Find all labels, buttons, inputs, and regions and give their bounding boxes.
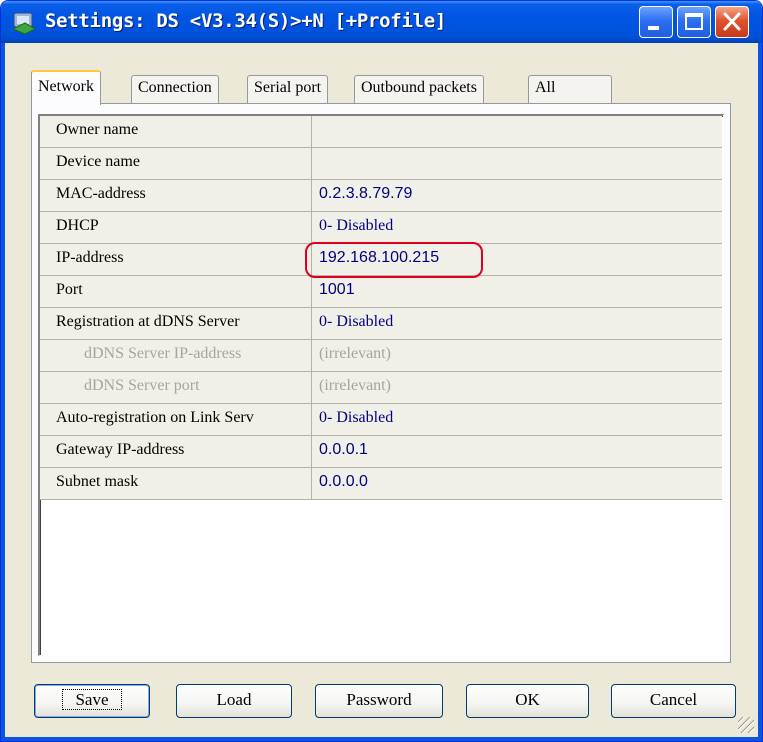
setting-name: Auto-registration on Link Serv — [40, 404, 312, 436]
tab-label: All — [535, 79, 556, 96]
password-button-label: Password — [346, 690, 412, 709]
cancel-button-label: Cancel — [649, 690, 698, 709]
tab-label: Network — [38, 78, 94, 95]
save-button[interactable]: Save — [34, 684, 150, 718]
close-icon — [723, 12, 741, 31]
minimize-button[interactable] — [639, 6, 673, 38]
app-icon — [11, 12, 37, 35]
setting-row-ddns-server-port: dDNS Server port (irrelevant) — [40, 372, 722, 404]
window-title: Settings: DS <V3.34(S)>+N [+Profile] — [45, 10, 447, 32]
settings-window: Settings: DS <V3.34(S)>+N [+Profile] Net… — [0, 0, 763, 742]
setting-name: dDNS Server IP-address — [40, 340, 312, 372]
network-tab-panel: Owner name Device name MAC-address 0.2.3… — [31, 103, 731, 663]
close-button[interactable] — [715, 6, 749, 38]
tab-label: Connection — [138, 79, 212, 96]
tab-connection[interactable]: Connection — [131, 75, 219, 104]
minimize-icon — [648, 26, 659, 30]
cancel-button[interactable]: Cancel — [611, 684, 736, 718]
setting-value[interactable]: 0- Disabled — [312, 308, 722, 340]
ip-address-highlight-ring — [305, 242, 483, 278]
setting-name: Gateway IP-address — [40, 436, 312, 468]
setting-value[interactable]: 1001 — [312, 276, 722, 308]
setting-row-ddns-server-ip: dDNS Server IP-address (irrelevant) — [40, 340, 722, 372]
setting-value[interactable] — [312, 148, 722, 180]
ok-button-label: OK — [515, 690, 540, 709]
setting-name: MAC-address — [40, 180, 312, 212]
tab-label: Outbound packets — [361, 79, 477, 96]
setting-row-owner-name[interactable]: Owner name — [40, 116, 722, 148]
tab-all[interactable]: All — [528, 75, 612, 104]
setting-value[interactable]: 0.0.0.0 — [312, 468, 722, 500]
tab-network[interactable]: Network — [31, 70, 101, 105]
settings-grid: Owner name Device name MAC-address 0.2.3… — [38, 114, 724, 656]
ok-button[interactable]: OK — [466, 684, 589, 718]
load-button-label: Load — [216, 690, 252, 709]
maximize-button[interactable] — [677, 6, 711, 38]
setting-value: (irrelevant) — [312, 372, 722, 404]
maximize-icon — [685, 13, 703, 30]
save-button-label: Save — [62, 689, 122, 710]
setting-value: (irrelevant) — [312, 340, 722, 372]
setting-name: DHCP — [40, 212, 312, 244]
title-bar[interactable]: Settings: DS <V3.34(S)>+N [+Profile] — [1, 1, 762, 43]
setting-row-ddns-registration[interactable]: Registration at dDNS Server 0- Disabled — [40, 308, 722, 340]
setting-row-link-server-registration[interactable]: Auto-registration on Link Serv 0- Disabl… — [40, 404, 722, 436]
setting-value[interactable]: 0.2.3.8.79.79 — [312, 180, 722, 212]
setting-name: Device name — [40, 148, 312, 180]
load-button[interactable]: Load — [176, 684, 292, 718]
setting-name: dDNS Server port — [40, 372, 312, 404]
setting-name: IP-address — [40, 244, 312, 276]
setting-value[interactable] — [312, 116, 722, 148]
password-button[interactable]: Password — [315, 684, 443, 718]
setting-row-subnet-mask[interactable]: Subnet mask 0.0.0.0 — [40, 468, 722, 500]
setting-row-mac-address[interactable]: MAC-address 0.2.3.8.79.79 — [40, 180, 722, 212]
setting-value[interactable]: 0.0.0.1 — [312, 436, 722, 468]
resize-grip-icon[interactable] — [738, 717, 754, 733]
tab-label: Serial port — [254, 79, 322, 96]
tab-serial-port[interactable]: Serial port — [247, 75, 329, 104]
setting-name: Port — [40, 276, 312, 308]
setting-name: Subnet mask — [40, 468, 312, 500]
setting-name: Owner name — [40, 116, 312, 148]
setting-row-gateway-ip[interactable]: Gateway IP-address 0.0.0.1 — [40, 436, 722, 468]
setting-value[interactable]: 0- Disabled — [312, 404, 722, 436]
setting-value[interactable]: 0- Disabled — [312, 212, 722, 244]
tab-outbound-packets[interactable]: Outbound packets — [354, 75, 484, 104]
setting-row-dhcp[interactable]: DHCP 0- Disabled — [40, 212, 722, 244]
setting-name: Registration at dDNS Server — [40, 308, 312, 340]
setting-row-device-name[interactable]: Device name — [40, 148, 722, 180]
setting-row-port[interactable]: Port 1001 — [40, 276, 722, 308]
